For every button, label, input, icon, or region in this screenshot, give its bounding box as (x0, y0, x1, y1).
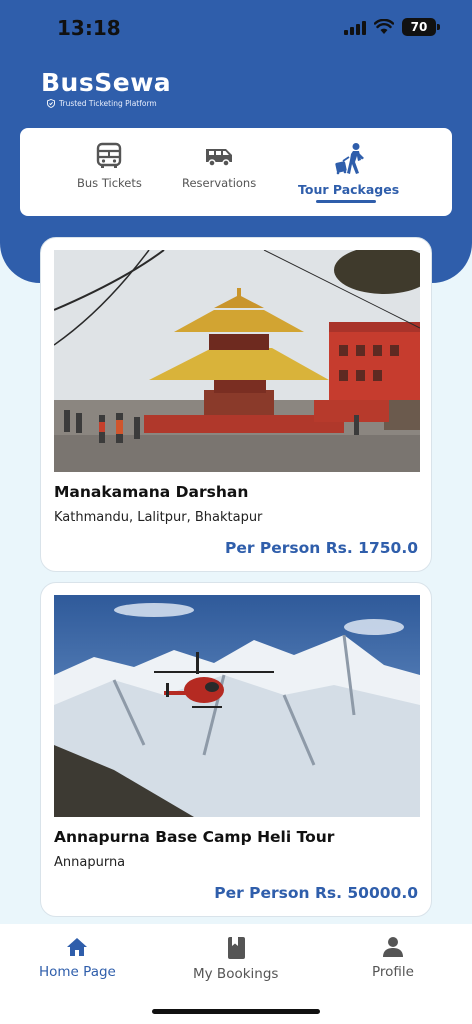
battery-icon: 70 (402, 18, 440, 36)
category-tabs: Bus Tickets Reservations Tour Packages (20, 128, 452, 216)
brand-tagline-text: Trusted Ticketing Platform (59, 99, 157, 108)
shield-icon (47, 99, 55, 108)
nav-label: Home Page (39, 964, 116, 980)
tab-bus-tickets[interactable]: Bus Tickets (77, 142, 142, 190)
tab-reservations[interactable]: Reservations (182, 142, 256, 190)
nav-home[interactable]: Home Page (39, 936, 116, 980)
package-title: Annapurna Base Camp Heli Tour (54, 828, 335, 846)
home-indicator (152, 1009, 320, 1014)
wifi-icon (374, 19, 394, 34)
active-tab-indicator (316, 200, 376, 203)
status-time: 13:18 (57, 16, 121, 40)
tab-label: Reservations (182, 176, 257, 190)
brand-title: BusSewa (41, 68, 172, 97)
package-image-temple (54, 250, 420, 472)
bus-icon (97, 142, 122, 168)
package-location: Annapurna (54, 855, 126, 870)
nav-profile[interactable]: Profile (372, 936, 414, 980)
package-image-helicopter (54, 595, 420, 817)
nav-label: Profile (372, 964, 414, 980)
package-title: Manakamana Darshan (54, 483, 249, 501)
brand-logo: BusSewa Trusted Ticketing Platform (41, 68, 171, 108)
status-icons: 70 (344, 18, 440, 36)
package-location: Kathmandu, Lalitpur, Bhaktapur (54, 510, 263, 525)
package-price: Per Person Rs. 50000.0 (214, 884, 418, 902)
nav-my-bookings[interactable]: My Bookings (193, 936, 278, 982)
tab-label: Bus Tickets (77, 176, 142, 190)
tab-tour-packages[interactable]: Tour Packages (298, 142, 399, 197)
package-price: Per Person Rs. 1750.0 (225, 539, 418, 557)
person-icon (382, 937, 403, 957)
nav-label: My Bookings (193, 966, 279, 982)
brand-tagline: Trusted Ticketing Platform (47, 99, 171, 108)
home-icon (67, 938, 88, 956)
signal-icon (344, 19, 366, 35)
package-card[interactable]: Annapurna Base Camp Heli Tour Annapurna … (40, 582, 432, 917)
tab-label: Tour Packages (298, 182, 400, 197)
traveler-icon (334, 143, 364, 175)
status-bar: 13:18 70 (0, 0, 472, 56)
book-icon (227, 937, 245, 959)
package-card[interactable]: Manakamana Darshan Kathmandu, Lalitpur, … (40, 237, 432, 572)
van-icon (206, 149, 233, 167)
